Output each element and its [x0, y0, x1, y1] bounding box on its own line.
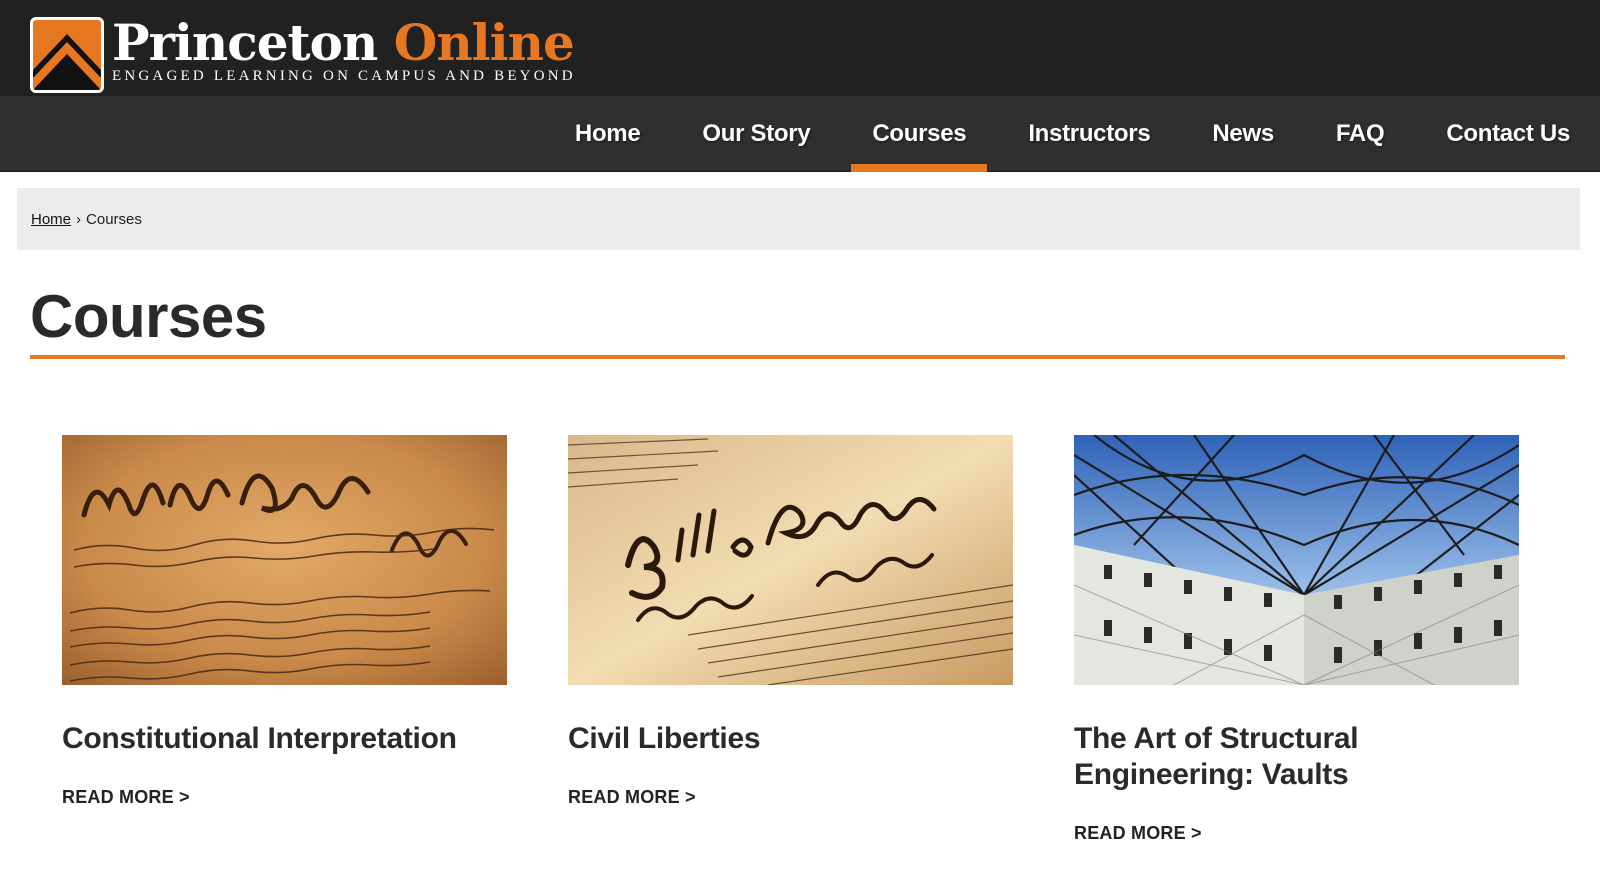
breadcrumb-home-link[interactable]: Home: [31, 211, 71, 228]
course-card-civil-liberties: Civil Liberties READ MORE >: [568, 435, 1013, 808]
nav-item-news[interactable]: News: [1181, 96, 1305, 172]
course-title[interactable]: Civil Liberties: [568, 721, 1013, 757]
read-more-link[interactable]: READ MORE >: [62, 787, 507, 808]
logo-secondary-text: Online: [393, 13, 575, 72]
we-the-people-document-image[interactable]: [62, 435, 507, 685]
bill-of-rights-document-image[interactable]: [568, 435, 1013, 685]
nav-item-faq[interactable]: FAQ: [1305, 96, 1415, 172]
breadcrumb-separator: ›: [76, 210, 82, 228]
breadcrumb-current: Courses: [86, 210, 142, 228]
main-navigation: Home Our Story Courses Instructors News …: [0, 96, 1600, 172]
nav-item-contact-us[interactable]: Contact Us: [1415, 96, 1600, 172]
title-divider: [30, 355, 1565, 359]
nav-item-instructors[interactable]: Instructors: [997, 96, 1181, 172]
nav-item-home[interactable]: Home: [544, 96, 671, 172]
logo-primary-text: Princeton: [112, 13, 378, 72]
nav-item-courses[interactable]: Courses: [841, 96, 997, 172]
read-more-link[interactable]: READ MORE >: [1074, 823, 1519, 844]
breadcrumb: Home › Courses: [17, 188, 1580, 250]
course-card-constitutional-interpretation: Constitutional Interpretation READ MORE …: [62, 435, 507, 808]
site-logo[interactable]: Princeton Online ENGAGED LEARNING ON CAM…: [30, 17, 576, 93]
course-title[interactable]: Constitutional Interpretation: [62, 721, 507, 757]
page-title: Courses: [30, 283, 267, 350]
read-more-link[interactable]: READ MORE >: [568, 787, 1013, 808]
site-header: Princeton Online ENGAGED LEARNING ON CAM…: [0, 0, 1600, 96]
nav-item-our-story[interactable]: Our Story: [671, 96, 841, 172]
chevron-up-mark-icon: [30, 17, 104, 93]
course-card-structural-engineering-vaults: The Art of Structural Engineering: Vault…: [1074, 435, 1519, 844]
nav-menu: Home Our Story Courses Instructors News …: [544, 96, 1600, 172]
logo-tagline: ENGAGED LEARNING ON CAMPUS AND BEYOND: [112, 68, 576, 84]
glass-vault-roof-image[interactable]: [1074, 435, 1519, 685]
logo-title: Princeton Online: [112, 17, 576, 69]
course-grid: Constitutional Interpretation READ MORE …: [62, 435, 1522, 871]
course-title[interactable]: The Art of Structural Engineering: Vault…: [1074, 721, 1519, 793]
